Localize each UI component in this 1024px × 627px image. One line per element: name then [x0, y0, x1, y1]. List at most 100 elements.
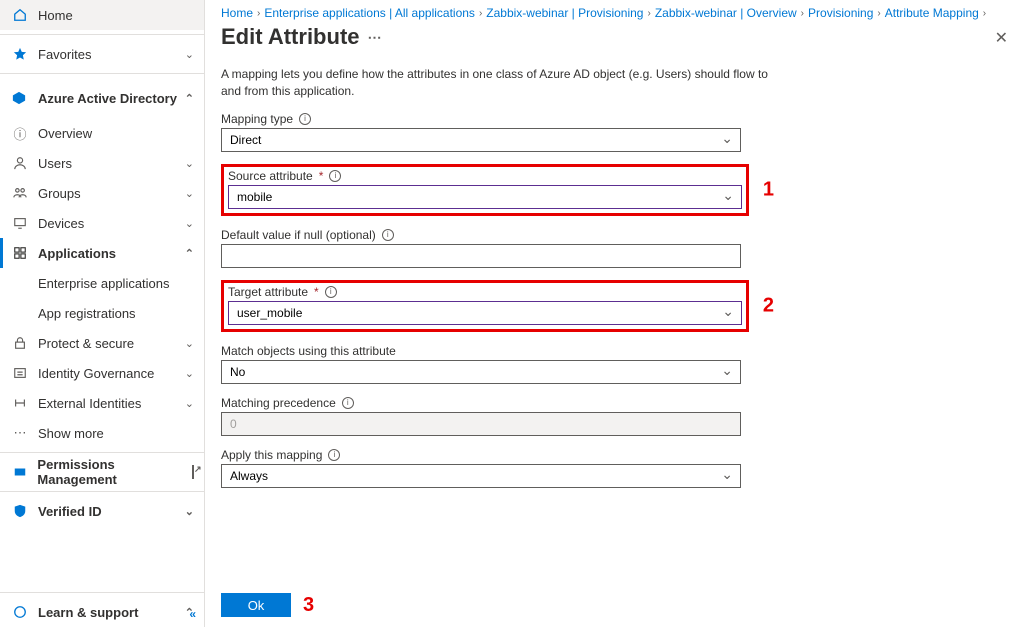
separator: [0, 491, 204, 492]
nav-users[interactable]: Users ⌄: [0, 148, 204, 178]
chevron-down-icon: ⌄: [185, 505, 194, 518]
separator: [0, 452, 204, 453]
governance-icon: [12, 365, 28, 381]
ok-button[interactable]: Ok: [221, 593, 291, 617]
breadcrumb-item[interactable]: Zabbix-webinar | Provisioning: [486, 6, 643, 20]
nav-label: Learn & support: [38, 605, 138, 620]
field-default-value: Default value if null (optional) i: [221, 228, 781, 268]
nav-label: Identity Governance: [38, 366, 154, 381]
nav-governance[interactable]: Identity Governance ⌄: [0, 358, 204, 388]
nav-label: Users: [38, 156, 72, 171]
nav-verified[interactable]: Verified ID ⌄: [0, 496, 204, 526]
info-icon[interactable]: i: [342, 397, 354, 409]
chevron-up-icon: ⌃: [185, 92, 194, 105]
nav-favorites[interactable]: Favorites ⌄: [0, 39, 204, 69]
breadcrumb: Home› Enterprise applications | All appl…: [221, 0, 1008, 24]
field-match-objects: Match objects using this attribute No: [221, 344, 781, 384]
nav-label: Permissions Management: [37, 457, 192, 487]
match-objects-label: Match objects using this attribute: [221, 344, 781, 358]
breadcrumb-item[interactable]: Enterprise applications | All applicatio…: [264, 6, 475, 20]
separator: [0, 34, 204, 35]
nav-applications[interactable]: Applications ⌃: [0, 238, 204, 268]
field-apply-mapping: Apply this mapping i Always: [221, 448, 781, 488]
info-icon[interactable]: i: [382, 229, 394, 241]
nav-label: App registrations: [38, 306, 136, 321]
nav-app-registrations[interactable]: App registrations: [0, 298, 204, 328]
more-icon: ⋯: [12, 425, 28, 441]
close-icon[interactable]: ✕: [995, 28, 1008, 48]
breadcrumb-item[interactable]: Home: [221, 6, 253, 20]
mapping-type-label: Mapping type i: [221, 112, 781, 126]
nav-label: External Identities: [38, 396, 141, 411]
device-icon: [12, 215, 28, 231]
group-icon: [12, 185, 28, 201]
chevron-down-icon: ⌄: [185, 157, 194, 170]
nav-aad-label: Azure Active Directory: [38, 91, 177, 106]
nav-show-more[interactable]: ⋯ Show more: [0, 418, 204, 448]
nav-overview[interactable]: ⓘ Overview: [0, 118, 204, 148]
default-value-input[interactable]: [221, 244, 741, 268]
info-icon[interactable]: i: [325, 286, 337, 298]
apply-mapping-select[interactable]: Always: [221, 464, 741, 488]
nav-permissions[interactable]: Permissions Management: [0, 457, 204, 487]
apps-icon: [12, 245, 28, 261]
star-icon: [12, 46, 28, 62]
footer: Ok 3: [221, 583, 1008, 627]
nav-external[interactable]: External Identities ⌄: [0, 388, 204, 418]
chevron-down-icon: ⌄: [185, 337, 194, 350]
annotation-number-3: 3: [303, 594, 314, 617]
mapping-type-select[interactable]: Direct: [221, 128, 741, 152]
annotation-number-2: 2: [763, 294, 774, 317]
breadcrumb-item[interactable]: Provisioning: [808, 6, 873, 20]
nav-devices[interactable]: Devices ⌄: [0, 208, 204, 238]
external-icon: [12, 395, 28, 411]
separator: [0, 592, 204, 593]
default-value-label: Default value if null (optional) i: [221, 228, 781, 242]
source-attribute-select[interactable]: mobile: [228, 185, 742, 209]
nav-home[interactable]: Home: [0, 0, 204, 30]
nav-groups[interactable]: Groups ⌄: [0, 178, 204, 208]
matching-precedence-input: [221, 412, 741, 436]
field-target-attribute: Target attribute* i user_mobile: [228, 285, 742, 325]
aad-icon: [12, 91, 28, 105]
info-icon: ⓘ: [12, 125, 28, 141]
home-icon: [12, 7, 28, 23]
nav-favorites-label: Favorites: [38, 47, 91, 62]
breadcrumb-item[interactable]: Zabbix-webinar | Overview: [655, 6, 797, 20]
help-icon: [12, 604, 28, 620]
target-attribute-label: Target attribute* i: [228, 285, 742, 299]
chevron-up-icon: ⌃: [185, 247, 194, 260]
field-mapping-type: Mapping type i Direct: [221, 112, 781, 152]
more-icon[interactable]: ⋯: [368, 29, 384, 46]
nav-aad-section[interactable]: Azure Active Directory ⌃: [0, 78, 204, 118]
matching-precedence-label: Matching precedence i: [221, 396, 781, 410]
chevron-down-icon: ⌄: [185, 187, 194, 200]
nav-label: Overview: [38, 126, 92, 141]
nav-home-label: Home: [38, 8, 73, 23]
nav-label: Verified ID: [38, 504, 102, 519]
annotation-number-1: 1: [763, 178, 774, 201]
nav-label: Applications: [38, 246, 116, 261]
nav-protect[interactable]: Protect & secure ⌄: [0, 328, 204, 358]
page-title-text: Edit Attribute: [221, 24, 360, 50]
user-icon: [12, 155, 28, 171]
nav-learn[interactable]: Learn & support ⌃: [0, 597, 204, 627]
info-icon[interactable]: i: [328, 449, 340, 461]
nav-label: Groups: [38, 186, 81, 201]
annotation-source-box: Source attribute* i mobile 1: [221, 164, 749, 216]
external-link-icon: [192, 466, 194, 478]
nav-enterprise-apps[interactable]: Enterprise applications: [0, 268, 204, 298]
lock-icon: [12, 335, 28, 351]
chevron-down-icon: ⌄: [185, 48, 194, 61]
verified-icon: [12, 503, 28, 519]
info-icon[interactable]: i: [329, 170, 341, 182]
separator: [0, 73, 204, 74]
collapse-sidebar-icon[interactable]: «: [189, 607, 196, 621]
info-icon[interactable]: i: [299, 113, 311, 125]
nav-label: Enterprise applications: [38, 276, 170, 291]
page-title: Edit Attribute ⋯: [221, 24, 1008, 50]
match-objects-select[interactable]: No: [221, 360, 741, 384]
breadcrumb-item[interactable]: Attribute Mapping: [885, 6, 979, 20]
target-attribute-select[interactable]: user_mobile: [228, 301, 742, 325]
main-content: Home› Enterprise applications | All appl…: [205, 0, 1024, 627]
